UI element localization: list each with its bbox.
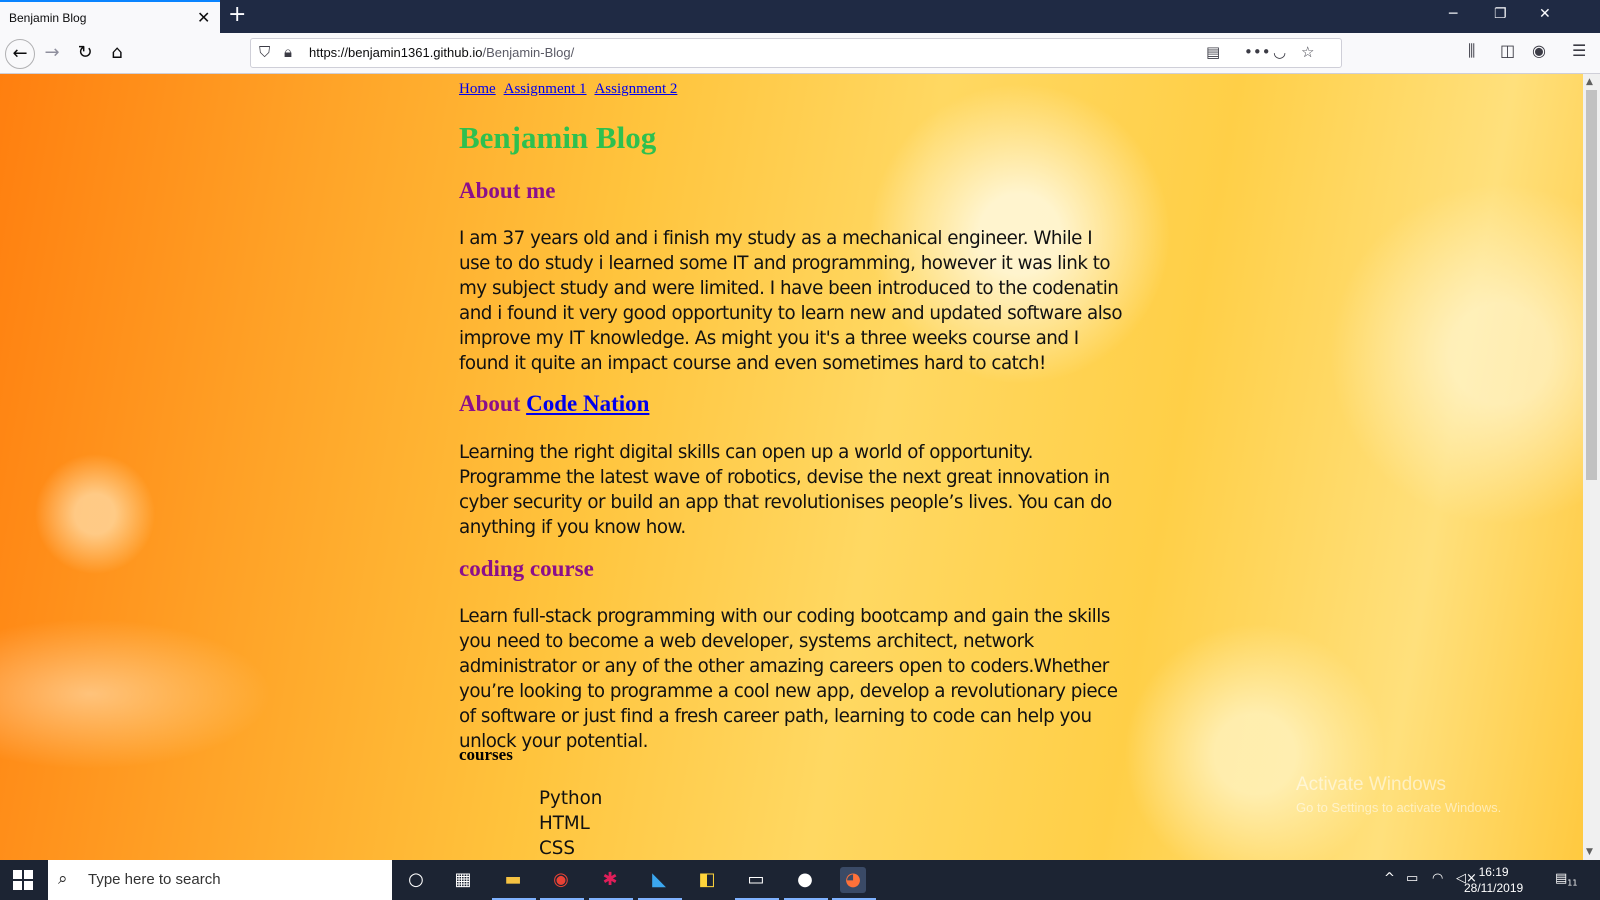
chrome-icon[interactable]: ◉ xyxy=(548,867,574,893)
task-view-icon[interactable]: ▦ xyxy=(450,867,476,893)
github-desktop-icon[interactable]: ● xyxy=(792,867,818,893)
scroll-down-icon[interactable]: ▼ xyxy=(1586,847,1593,857)
url-domain: https://benjamin1361.github.io xyxy=(309,45,483,60)
url-path: /Benjamin-Blog/ xyxy=(482,45,575,60)
about-prefix: About xyxy=(459,391,521,416)
taskbar-search-box[interactable]: ⌕ Type here to search xyxy=(48,860,392,900)
code-nation-link[interactable]: Code Nation xyxy=(526,391,649,416)
reload-button[interactable]: ↻ xyxy=(70,39,100,69)
courses-list: Python HTML CSS xyxy=(539,786,602,860)
restore-icon[interactable]: ❐ xyxy=(1494,6,1507,22)
clock-date: 28/11/2019 xyxy=(1464,881,1524,895)
python-icon[interactable]: ◧ xyxy=(694,867,720,893)
scroll-up-icon[interactable]: ▲ xyxy=(1586,77,1593,87)
watermark-subtitle: Go to Settings to activate Windows. xyxy=(1296,800,1502,815)
page-actions-icon[interactable]: ••• xyxy=(1244,43,1271,61)
terminal-icon[interactable]: ▭ xyxy=(743,867,769,893)
watermark-title: Activate Windows xyxy=(1296,774,1446,795)
home-icon: ⌂ xyxy=(111,42,123,63)
forward-button[interactable]: → xyxy=(37,39,67,69)
page-title: Benjamin Blog xyxy=(459,120,657,155)
coding-course-heading: coding course xyxy=(459,556,594,581)
taskbar: ⌕ Type here to search ○ ▦ ▬ ◉ ✱ ◣ ◧ ▭ ● … xyxy=(0,860,1600,900)
list-item: Python xyxy=(539,788,603,809)
about-code-nation-heading: About Code Nation xyxy=(459,391,649,417)
show-hidden-icons-icon[interactable]: ^ xyxy=(1384,871,1395,886)
home-button[interactable]: ⌂ xyxy=(102,39,132,69)
bookmark-star-icon[interactable]: ☆ xyxy=(1301,43,1314,61)
page-viewport: Home Assignment 1 Assignment 2 Benjamin … xyxy=(0,74,1583,860)
system-clock[interactable]: 16:19 28/11/2019 xyxy=(1464,864,1523,896)
file-explorer-icon[interactable]: ▬ xyxy=(500,867,526,893)
close-window-icon[interactable]: ✕ xyxy=(1539,6,1551,22)
reader-view-icon[interactable]: ▤ xyxy=(1206,43,1220,61)
tab-title: Benjamin Blog xyxy=(9,11,87,25)
search-icon: ⌕ xyxy=(58,869,68,889)
lock-icon[interactable]: 🔒︎ xyxy=(284,43,292,61)
about-me-heading: About me xyxy=(459,178,556,203)
windows-start-icon[interactable] xyxy=(13,870,33,890)
clock-time: 16:19 xyxy=(1478,865,1509,879)
close-tab-icon[interactable]: ✕ xyxy=(197,8,210,27)
shield-icon[interactable]: ⛉ xyxy=(259,43,270,61)
pocket-icon[interactable]: ◡ xyxy=(1273,43,1286,61)
notification-center-icon[interactable]: ▤11 xyxy=(1555,871,1577,888)
about-code-nation-paragraph: Learning the right digital skills can op… xyxy=(459,442,1112,538)
account-icon[interactable]: ◉ xyxy=(1532,41,1546,60)
list-item: HTML xyxy=(539,813,590,834)
site-nav: Home Assignment 1 Assignment 2 xyxy=(459,81,682,98)
reload-icon: ↻ xyxy=(77,42,93,63)
courses-heading: courses xyxy=(459,745,513,764)
tab-benjamin-blog[interactable]: Benjamin Blog ✕ xyxy=(0,0,220,33)
nav-link-assignment-2[interactable]: Assignment 2 xyxy=(594,81,677,97)
coding-course-paragraph: Learn full-stack programming with our co… xyxy=(459,606,1118,752)
list-item: CSS xyxy=(539,838,575,859)
arrow-left-icon: ← xyxy=(12,43,28,64)
sidebar-icon[interactable]: ◫ xyxy=(1500,41,1515,60)
tab-strip: Benjamin Blog ✕ + ─ ❐ ✕ xyxy=(0,0,1600,33)
scroll-thumb[interactable] xyxy=(1586,90,1597,480)
arrow-right-icon: → xyxy=(44,42,60,63)
notification-count: 11 xyxy=(1567,878,1578,888)
cortana-icon[interactable]: ○ xyxy=(403,867,429,893)
back-button[interactable]: ← xyxy=(5,39,35,69)
slack-icon[interactable]: ✱ xyxy=(597,867,623,893)
navigation-toolbar: ← → ↻ ⌂ ⛉ 🔒︎ https://benjamin1361.github… xyxy=(0,33,1600,74)
about-me-paragraph: I am 37 years old and i finish my study … xyxy=(459,228,1123,374)
firefox-icon[interactable]: ◕ xyxy=(840,867,866,893)
battery-icon[interactable]: ▭ xyxy=(1406,871,1418,886)
menu-icon[interactable]: ☰ xyxy=(1572,41,1586,60)
library-icon[interactable]: ⫼ xyxy=(1468,41,1475,61)
new-tab-icon[interactable]: + xyxy=(228,2,246,27)
activate-windows-watermark: Activate Windows Go to Settings to activ… xyxy=(1296,774,1501,815)
nav-link-home[interactable]: Home xyxy=(459,81,496,97)
wifi-icon[interactable]: ◠ xyxy=(1432,871,1443,886)
vertical-scrollbar[interactable]: ▲ ▼ xyxy=(1583,74,1600,860)
address-bar[interactable]: ⛉ 🔒︎ https://benjamin1361.github.io/Benj… xyxy=(250,38,1342,68)
nav-link-assignment-1[interactable]: Assignment 1 xyxy=(504,81,587,97)
vscode-icon[interactable]: ◣ xyxy=(646,867,672,893)
url-text[interactable]: https://benjamin1361.github.io/Benjamin-… xyxy=(309,45,574,60)
search-placeholder: Type here to search xyxy=(88,871,221,888)
minimize-icon[interactable]: ─ xyxy=(1449,6,1457,22)
